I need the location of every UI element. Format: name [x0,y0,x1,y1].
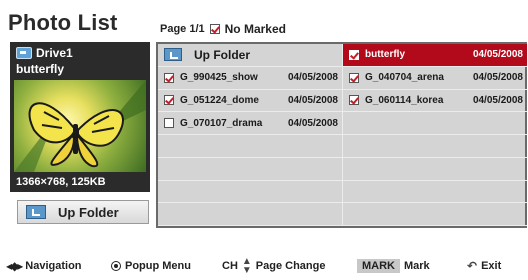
file-date: 04/05/2008 [287,117,338,129]
file-date: 04/05/2008 [287,94,338,106]
page-info: Page 1/1 No Marked [160,22,286,36]
file-item[interactable]: G_040704_arena 04/05/2008 [343,67,527,90]
file-date: 04/05/2008 [472,72,523,84]
four-way-arrows-icon: ◂◆▸ [6,259,23,273]
mark-key-label: MARK [357,259,400,273]
drive-label: Drive1 [16,46,73,60]
up-folder-button[interactable]: Up Folder [17,200,149,224]
empty-slot [343,181,527,204]
exit-label: Exit [481,260,502,272]
mark-checkbox[interactable] [349,72,359,83]
mark-checkbox[interactable] [349,95,359,106]
file-item[interactable]: G_070107_drama 04/05/2008 [158,112,343,135]
file-name: butterfly [365,49,405,61]
file-name: G_051224_dome [180,94,259,106]
file-date: 04/05/2008 [287,72,338,84]
empty-slot [158,180,343,204]
file-date: 04/05/2008 [472,94,523,106]
file-name: G_040704_arena [365,72,444,84]
page-change-label: Page Change [255,260,326,272]
up-folder-label: Up Folder [58,204,119,220]
up-folder-icon [26,205,46,219]
file-name: G_990425_show [180,72,258,84]
button-guide: ◂◆▸ Navigation Popup Menu CH ▲ ▼ Page Cha… [0,256,528,276]
marked-checkbox-icon [209,24,220,34]
return-icon: ↶ [467,259,478,273]
empty-slot [158,203,343,226]
guide-navigation: ◂◆▸ Navigation [6,256,82,276]
file-item[interactable]: G_060114_korea 04/05/2008 [343,90,527,113]
guide-mark: MARK Mark [357,256,430,276]
preview-filename: butterfly [16,62,64,76]
guide-page-change: CH ▲ ▼ Page Change [222,256,325,276]
popup-label: Popup Menu [125,260,191,272]
marked-status: No Marked [224,22,286,36]
empty-slot [343,135,527,158]
empty-slot [158,157,343,181]
mark-checkbox[interactable] [349,49,359,60]
photo-thumbnail [14,80,146,172]
mark-checkbox[interactable] [164,118,174,129]
empty-slot [343,158,527,181]
ch-key-label: CH [222,260,238,272]
empty-slot [158,135,343,158]
grid-up-folder[interactable]: Up Folder [158,44,343,67]
navigation-label: Navigation [25,260,82,272]
guide-popup: Popup Menu [111,256,191,276]
page-title: Photo List [8,10,118,35]
empty-slot [343,203,527,226]
page-indicator: Page 1/1 [160,23,205,35]
guide-exit: ↶ Exit [467,256,501,276]
butterfly-illustration [14,80,146,172]
preview-panel: Drive1 butterfly 1366×768, 125KB [10,42,150,192]
file-name: G_060114_korea [365,94,444,106]
mark-label: Mark [404,260,430,272]
mark-checkbox[interactable] [164,95,174,106]
drive-name: Drive1 [36,46,73,60]
mark-checkbox[interactable] [164,72,174,83]
ok-button-icon [111,261,121,271]
empty-slot [343,112,527,135]
photo-grid: Up Folder butterfly 04/05/2008 G_990425_… [156,42,527,228]
grid-up-folder-label: Up Folder [194,47,250,62]
usb-drive-icon [16,47,32,59]
file-item[interactable]: G_051224_dome 04/05/2008 [158,89,343,113]
photo-info: 1366×768, 125KB [16,176,106,188]
up-folder-icon [164,48,182,62]
file-name: G_070107_drama [180,117,263,129]
file-date: 04/05/2008 [472,49,523,61]
file-item-selected[interactable]: butterfly 04/05/2008 [343,44,527,67]
up-down-chevron-icon: ▲ ▼ [241,256,252,276]
file-item[interactable]: G_990425_show 04/05/2008 [158,66,343,90]
